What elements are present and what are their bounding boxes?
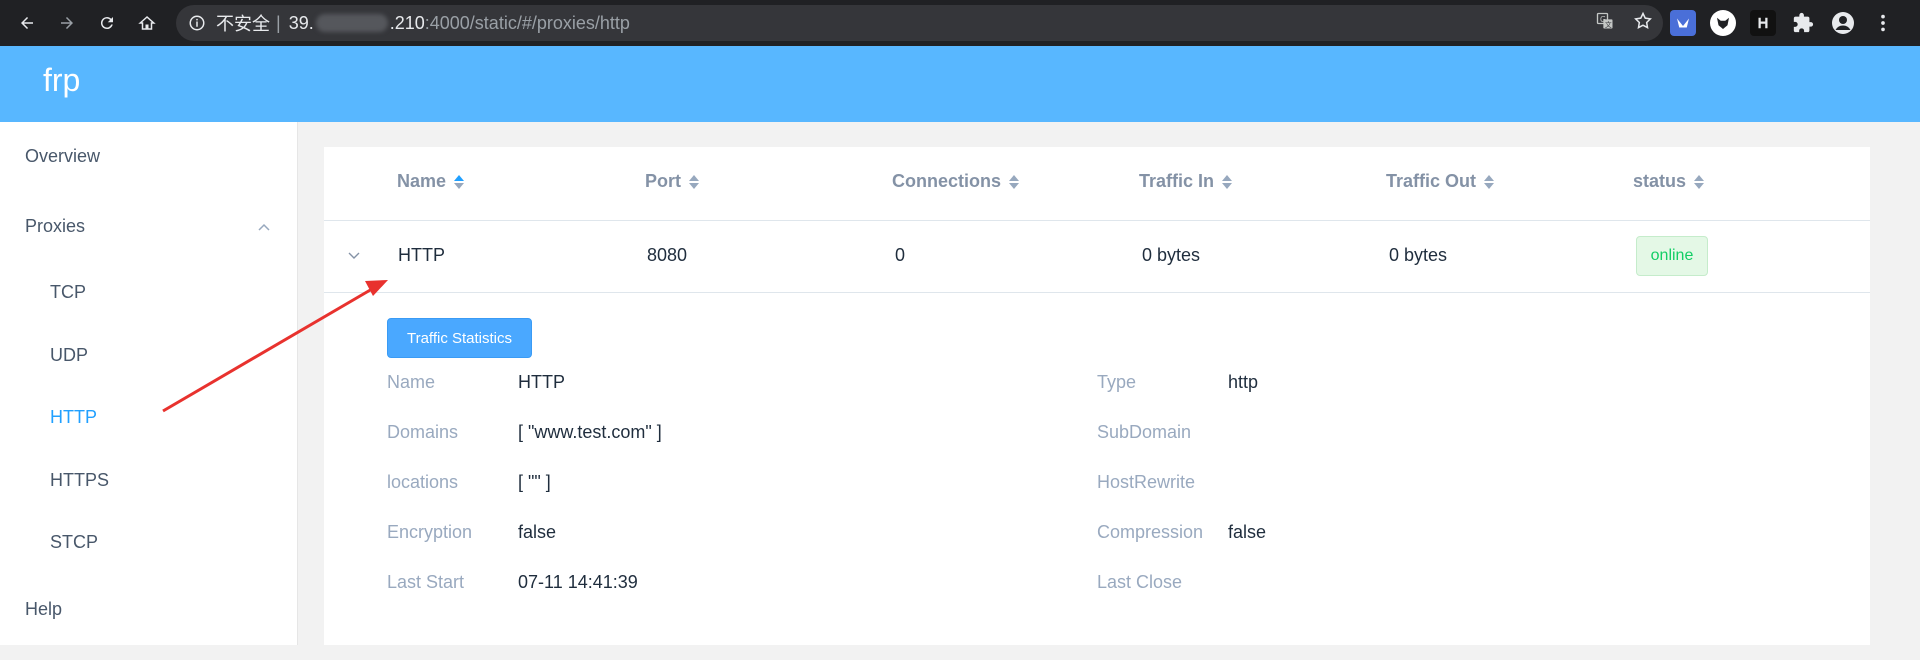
- app-header: frp: [0, 46, 1920, 122]
- detail-value-domains: [ "www.test.com" ]: [518, 422, 662, 442]
- column-header-label: Connections: [892, 171, 1002, 191]
- extension-fox-icon[interactable]: [1710, 10, 1736, 36]
- extension-h-icon[interactable]: [1750, 10, 1776, 36]
- column-header-label: Name: [397, 171, 447, 191]
- security-label: 不安全: [216, 14, 270, 34]
- detail-label-last-start: Last Start: [387, 572, 465, 592]
- cell-traffic-in: 0 bytes: [1142, 245, 1201, 265]
- home-icon[interactable]: [127, 0, 167, 46]
- detail-label-compression: Compression: [1097, 522, 1204, 542]
- column-header-label: Traffic Out: [1386, 171, 1477, 191]
- detail-label-subdomain: SubDomain: [1097, 422, 1192, 442]
- sidebar-item-udp[interactable]: UDP: [50, 345, 88, 366]
- cell-name: HTTP: [398, 245, 445, 265]
- sort-icon[interactable]: [689, 174, 699, 189]
- column-header-status[interactable]: status: [1633, 171, 1705, 192]
- address-bar[interactable]: 不安全 | 39. .210 :4000/static/#/proxies/ht…: [176, 5, 1663, 41]
- traffic-statistics-button[interactable]: Traffic Statistics: [387, 318, 532, 358]
- cell-traffic-out: 0 bytes: [1389, 245, 1448, 265]
- detail-label-domains: Domains: [387, 422, 459, 442]
- detail-value-compression: false: [1228, 522, 1267, 542]
- sort-icon[interactable]: [1694, 174, 1705, 189]
- status-badge: online: [1636, 236, 1708, 276]
- url-path: :4000/static/#/proxies/http: [424, 12, 630, 33]
- translate-icon[interactable]: G文: [1595, 11, 1615, 36]
- sidebar-item-tcp[interactable]: TCP: [50, 282, 86, 303]
- info-icon[interactable]: [188, 14, 206, 32]
- reload-icon[interactable]: [87, 0, 127, 46]
- url-host-suffix: .210: [389, 12, 425, 33]
- brand-logo[interactable]: frp: [43, 62, 80, 99]
- proxies-table-card: Name Port Connections Traffic In Traffic…: [324, 147, 1870, 645]
- column-header-label: Port: [645, 171, 681, 191]
- proxy-details: Traffic Statistics Name HTTP Domains [ "…: [324, 293, 1870, 645]
- sort-icon[interactable]: [1009, 174, 1020, 189]
- detail-value-name: HTTP: [518, 372, 565, 392]
- url-host-prefix: 39.: [288, 12, 314, 33]
- detail-value-type: http: [1228, 372, 1259, 392]
- detail-label-hostrewrite: HostRewrite: [1097, 472, 1196, 492]
- column-header-label: status: [1633, 171, 1687, 191]
- sort-icon[interactable]: [1222, 174, 1233, 189]
- chevron-down-icon[interactable]: [346, 247, 362, 263]
- star-icon[interactable]: [1633, 11, 1653, 36]
- extension-bird-icon[interactable]: [1670, 10, 1696, 36]
- column-header-traffic-in[interactable]: Traffic In: [1139, 171, 1233, 192]
- menu-icon[interactable]: [1870, 10, 1896, 36]
- detail-value-last-start: 07-11 14:41:39: [518, 572, 638, 592]
- sort-icon[interactable]: [1484, 174, 1495, 189]
- sidebar-item-help[interactable]: Help: [25, 599, 62, 620]
- sidebar: Overview Proxies TCP UDP HTTP HTTPS STCP…: [0, 122, 298, 645]
- sidebar-item-stcp[interactable]: STCP: [50, 532, 98, 553]
- table-row[interactable]: HTTP 8080 0 0 bytes 0 bytes online: [324, 221, 1870, 293]
- url-redacted: [315, 14, 388, 32]
- cell-connections: 0: [895, 245, 906, 265]
- column-header-label: Traffic In: [1139, 171, 1215, 191]
- svg-text:文: 文: [1605, 19, 1612, 28]
- address-separator: |: [276, 12, 281, 33]
- chevron-up-icon[interactable]: [257, 220, 271, 234]
- detail-value-encryption: false: [518, 522, 557, 542]
- sidebar-item-https[interactable]: HTTPS: [50, 470, 109, 491]
- browser-toolbar: 不安全 | 39. .210 :4000/static/#/proxies/ht…: [0, 0, 1920, 46]
- detail-value-locations: [ "" ]: [518, 472, 551, 492]
- detail-label-locations: locations: [387, 472, 459, 492]
- column-header-name[interactable]: Name: [397, 171, 465, 192]
- sidebar-item-overview[interactable]: Overview: [25, 146, 100, 167]
- forward-icon[interactable]: [47, 0, 87, 46]
- detail-label-type: Type: [1097, 372, 1137, 392]
- sort-icon[interactable]: [454, 174, 465, 189]
- extension-icon[interactable]: [1790, 10, 1816, 36]
- detail-label-name: Name: [387, 372, 436, 392]
- back-icon[interactable]: [7, 0, 47, 46]
- sidebar-item-http[interactable]: HTTP: [50, 407, 97, 428]
- column-header-traffic-out[interactable]: Traffic Out: [1386, 171, 1495, 192]
- cell-port: 8080: [647, 245, 688, 265]
- column-header-connections[interactable]: Connections: [892, 171, 1020, 192]
- profile-icon[interactable]: [1830, 10, 1856, 36]
- table-header: Name Port Connections Traffic In Traffic…: [324, 147, 1870, 221]
- column-header-port[interactable]: Port: [645, 171, 699, 192]
- detail-label-last-close: Last Close: [1097, 572, 1183, 592]
- sidebar-item-proxies[interactable]: Proxies: [25, 216, 85, 237]
- detail-label-encryption: Encryption: [387, 522, 473, 542]
